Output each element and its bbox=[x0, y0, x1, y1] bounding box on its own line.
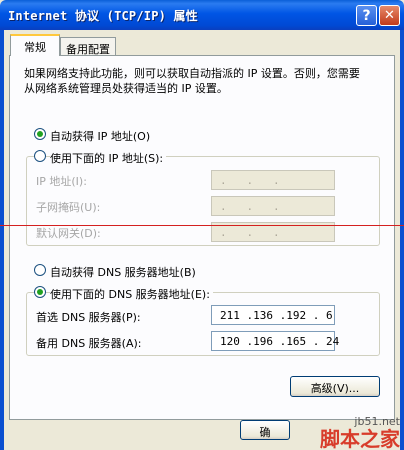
default-gateway-label: 默认网关(D): bbox=[36, 227, 101, 240]
close-button[interactable]: ✕ bbox=[379, 5, 400, 26]
ok-button[interactable]: 确 bbox=[240, 420, 290, 440]
manual-dns-label: 使用下面的 DNS 服务器地址(E): bbox=[50, 286, 213, 302]
window-frame-left bbox=[0, 30, 4, 450]
help-icon: ? bbox=[362, 7, 371, 24]
intro-text: 如果网络支持此功能，则可以获取自动指派的 IP 设置。否则，您需要从网络系统管理… bbox=[24, 67, 360, 95]
radio-auto-dns[interactable] bbox=[34, 264, 46, 276]
tab-alternate-config[interactable]: 备用配置 bbox=[60, 37, 116, 57]
watermark: jb51.net 脚本之家 bbox=[320, 415, 400, 450]
radio-manual-ip[interactable] bbox=[34, 150, 46, 162]
preferred-dns-label: 首选 DNS 服务器(P): bbox=[36, 311, 141, 324]
auto-dns-label: 自动获得 DNS 服务器地址(B) bbox=[50, 266, 196, 279]
window-frame-right bbox=[400, 30, 404, 450]
alternate-dns-label: 备用 DNS 服务器(A): bbox=[36, 337, 142, 350]
subnet-mask-label: 子网掩码(U): bbox=[36, 201, 101, 214]
help-button[interactable]: ? bbox=[356, 5, 377, 26]
title-bar: Internet 协议 (TCP/IP) 属性 ? ✕ bbox=[0, 0, 404, 30]
watermark-brand: 脚本之家 bbox=[320, 427, 400, 450]
manual-ip-label: 使用下面的 IP 地址(S): bbox=[50, 150, 167, 166]
advanced-button[interactable]: 高级(V)... bbox=[290, 376, 380, 397]
preferred-dns-field[interactable]: 211 .136 .192 . 6 bbox=[211, 305, 335, 325]
radio-manual-dns[interactable] bbox=[34, 286, 46, 298]
alternate-dns-field[interactable]: 120 .196 .165 . 24 bbox=[211, 331, 339, 351]
ip-address-field[interactable]: . . . bbox=[211, 170, 335, 190]
tab-general[interactable]: 常规 bbox=[10, 34, 60, 56]
ip-address-label: IP 地址(I): bbox=[36, 175, 87, 188]
subnet-mask-field[interactable]: . . . bbox=[211, 196, 335, 216]
window-title: Internet 协议 (TCP/IP) 属性 bbox=[8, 9, 198, 23]
radio-auto-ip[interactable] bbox=[34, 128, 46, 140]
close-icon: ✕ bbox=[384, 8, 395, 23]
annotation-line bbox=[0, 225, 404, 226]
auto-ip-label: 自动获得 IP 地址(O) bbox=[50, 130, 151, 143]
